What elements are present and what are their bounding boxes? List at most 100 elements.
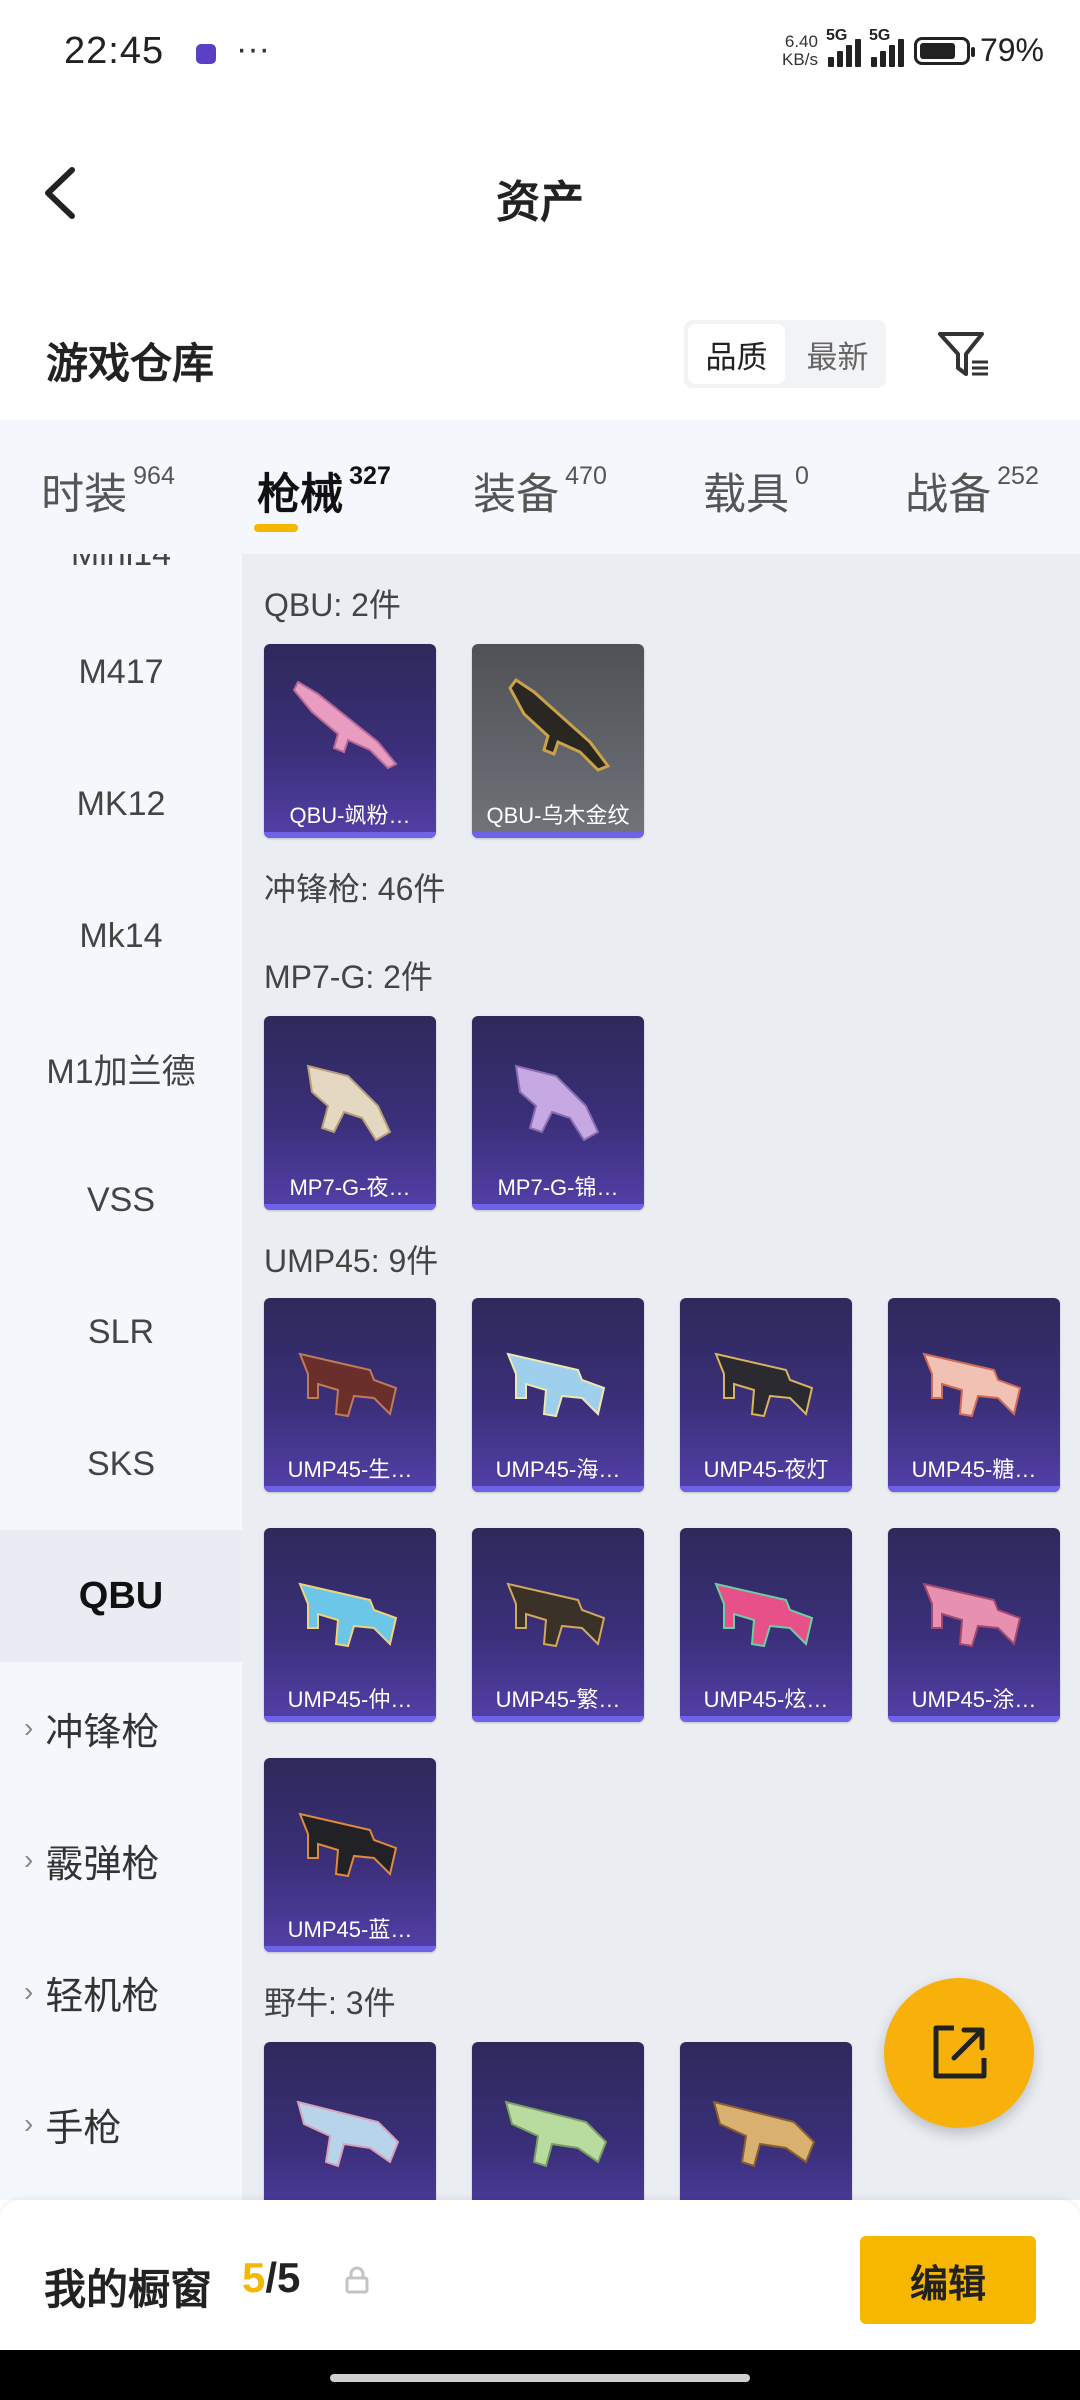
item-caption: UMP45-蓝… xyxy=(287,1917,413,1942)
tab-equipment[interactable]: 装备 470 xyxy=(432,420,648,554)
page-title: 资产 xyxy=(496,178,584,227)
group-label: 霰弹枪 xyxy=(45,1843,160,1886)
tab-count: 252 xyxy=(997,462,1039,490)
item-card[interactable]: MP7-G-锦… xyxy=(472,1016,644,1210)
sim1-label: 5G xyxy=(825,26,848,44)
weapon-skin-image xyxy=(508,677,611,772)
item-card[interactable]: UMP45-海… xyxy=(472,1298,644,1492)
network-speed: 6.40 KB/s xyxy=(782,31,818,69)
showcase-label: 我的橱窗 xyxy=(44,2266,213,2313)
sidebar-item-mini14[interactable]: Mini14 xyxy=(0,554,242,606)
filter-icon[interactable] xyxy=(934,324,994,384)
item-card[interactable]: QBU-飒粉… xyxy=(264,644,436,838)
weapon-skin-image xyxy=(298,1582,398,1648)
showcase-current: 5 xyxy=(242,2254,266,2301)
item-card[interactable]: UMP45-蓝… xyxy=(264,1758,436,1952)
section-header-mp7: MP7-G: 2件 xyxy=(264,959,433,995)
sim2-label: 5G xyxy=(868,26,891,44)
sort-toggle: 品质 最新 xyxy=(684,320,886,388)
more-notifications: ··· xyxy=(236,30,270,68)
item-card[interactable]: MP7-G-夜… xyxy=(264,1016,436,1210)
item-card[interactable]: UMP45-仲… xyxy=(264,1528,436,1722)
weapon-skin-image xyxy=(922,1352,1022,1418)
item-card[interactable]: UMP45-糖… xyxy=(888,1298,1060,1492)
section-header-ump45: UMP45: 9件 xyxy=(264,1243,439,1279)
sidebar-item-mk14[interactable]: Mk14 xyxy=(0,870,242,1002)
sidebar-group-pistol[interactable]: › 手枪 xyxy=(0,2058,242,2190)
item-card[interactable] xyxy=(472,2042,644,2200)
item-card[interactable]: QBU-乌木金纹 xyxy=(472,644,644,838)
sidebar-item-mk12[interactable]: MK12 xyxy=(0,738,242,870)
tab-fashion[interactable]: 时装 964 xyxy=(0,420,216,554)
showcase-bar: 我的橱窗 5/5 编辑 xyxy=(0,2200,1080,2350)
battery-fill xyxy=(919,42,955,59)
battery-icon xyxy=(913,36,975,65)
tab-label: 枪械 xyxy=(257,471,344,519)
item-caption: UMP45-繁… xyxy=(495,1687,621,1712)
sidebar-item-qbu[interactable]: QBU xyxy=(0,1530,242,1662)
weapon-skin-image xyxy=(306,1064,392,1142)
signal-icon-sim2: 5G xyxy=(869,27,904,67)
home-gesture-handle[interactable] xyxy=(330,2374,750,2382)
sidebar-group-lmg[interactable]: › 轻机枪 xyxy=(0,1926,242,2058)
tab-firearms[interactable]: 枪械 327 xyxy=(216,420,432,554)
tab-count: 470 xyxy=(565,462,607,490)
sidebar-item-sks[interactable]: SKS xyxy=(0,1398,242,1530)
item-card[interactable]: UMP45-夜灯 xyxy=(680,1298,852,1492)
tab-count: 964 xyxy=(133,462,175,490)
weapon-skin-image xyxy=(506,1582,606,1648)
weapon-skin-image xyxy=(712,2100,816,2168)
sort-newest-button[interactable]: 最新 xyxy=(789,320,886,388)
sidebar-group-shotgun[interactable]: › 霰弹枪 xyxy=(0,1794,242,1926)
item-caption: QBU-乌木金纹 xyxy=(486,803,630,828)
item-card[interactable] xyxy=(264,2042,436,2200)
item-grid: QBU: 2件 QBU-飒粉… QBU-乌木金纹 冲锋枪: 46件 MP7-G:… xyxy=(242,554,1080,2200)
showcase-count: 5/5 xyxy=(242,2254,300,2302)
weapon-skin-image xyxy=(506,1352,606,1418)
warehouse-bar: 游戏仓库 品质 最新 xyxy=(0,300,1080,420)
weapon-skin-image xyxy=(514,1064,600,1142)
tab-count: 0 xyxy=(795,462,809,490)
share-icon xyxy=(933,2025,987,2079)
item-card[interactable]: UMP45-涂… xyxy=(888,1528,1060,1722)
status-time: 22:45 xyxy=(64,30,165,72)
item-caption: UMP45-夜灯 xyxy=(703,1457,829,1482)
speed-value: 6.40 xyxy=(784,31,818,51)
speed-unit: KB/s xyxy=(782,49,818,69)
chevron-right-icon: › xyxy=(24,2108,34,2139)
item-caption: UMP45-炫… xyxy=(703,1687,829,1712)
section-header-bizon: 野牛: 3件 xyxy=(264,1985,396,2021)
status-bar: 22:45 ··· 6.40 KB/s 5G 5G 79% xyxy=(0,0,1080,110)
item-caption: UMP45-涂… xyxy=(911,1687,1037,1712)
chevron-right-icon: › xyxy=(24,1976,34,2007)
item-caption: UMP45-仲… xyxy=(287,1687,413,1712)
sort-quality-button[interactable]: 品质 xyxy=(688,324,785,384)
battery-percent: 79% xyxy=(979,32,1044,68)
weapon-sidebar: Mini14 M417 MK12 Mk14 M1加兰德 VSS SLR SKS … xyxy=(0,554,242,2200)
item-card[interactable] xyxy=(680,2042,852,2200)
item-card[interactable]: UMP45-生… xyxy=(264,1298,436,1492)
item-caption: MP7-G-锦… xyxy=(497,1175,619,1200)
item-caption: UMP45-生… xyxy=(287,1457,413,1482)
tab-vehicles[interactable]: 载具 0 xyxy=(648,420,864,554)
weapon-skin-image xyxy=(714,1582,814,1648)
tab-label: 时装 xyxy=(41,471,128,519)
item-card[interactable]: UMP45-炫… xyxy=(680,1528,852,1722)
app-notification-icon xyxy=(196,44,216,64)
sidebar-item-vss[interactable]: VSS xyxy=(0,1134,242,1266)
tab-count: 327 xyxy=(349,462,391,490)
weapon-skin-image xyxy=(298,1812,398,1878)
item-card[interactable]: UMP45-繁… xyxy=(472,1528,644,1722)
sidebar-item-slr[interactable]: SLR xyxy=(0,1266,242,1398)
item-caption: UMP45-糖… xyxy=(911,1457,1037,1482)
tab-supplies[interactable]: 战备 252 xyxy=(864,420,1080,554)
sidebar-item-m1-garand[interactable]: M1加兰德 xyxy=(0,1002,242,1134)
sidebar-item-m417[interactable]: M417 xyxy=(0,606,242,738)
sidebar-group-smg[interactable]: › 冲锋枪 xyxy=(0,1662,242,1794)
chevron-right-icon: › xyxy=(24,1712,34,1743)
tab-label: 载具 xyxy=(703,471,790,519)
share-button[interactable] xyxy=(884,1978,1034,2128)
edit-button[interactable]: 编辑 xyxy=(860,2236,1036,2324)
item-caption: QBU-飒粉… xyxy=(289,803,411,828)
group-label: 冲锋枪 xyxy=(45,1711,160,1754)
